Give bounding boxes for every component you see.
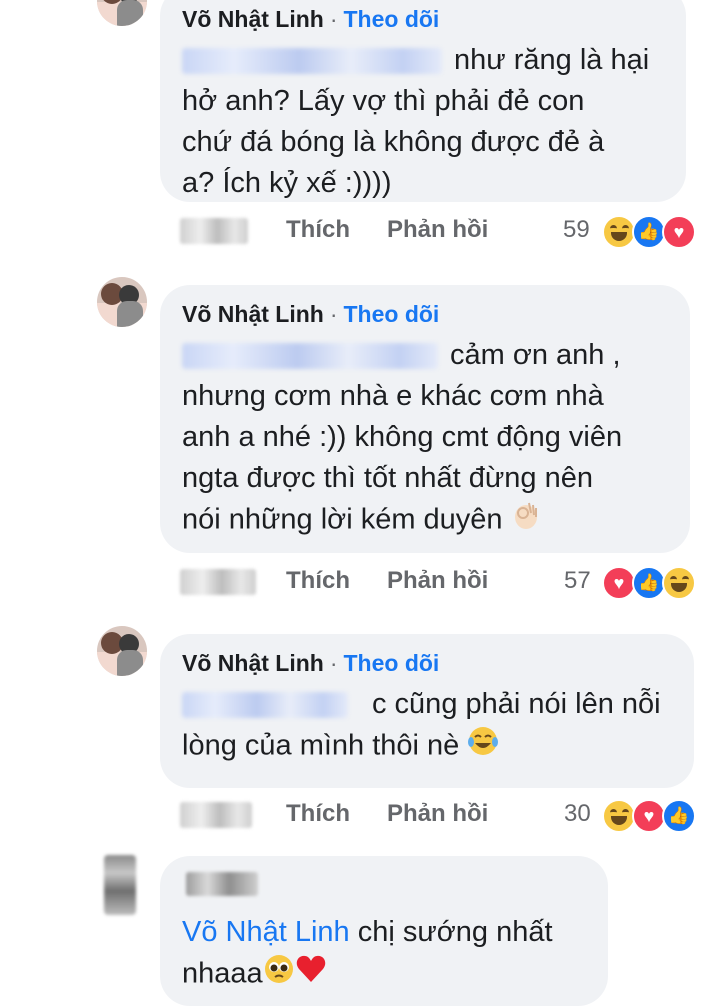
comment-bubble: Võ Nhật Linh chị sướng nhất nhaaa: [160, 856, 608, 1006]
blurred-timestamp: [180, 569, 256, 595]
love-icon: ♥: [602, 566, 636, 600]
comment-line: a? Ích kỷ xế :)))): [182, 167, 392, 199]
comment-line: lòng của mình thôi nè: [182, 729, 460, 762]
red-heart-icon: [295, 954, 327, 996]
ok-hand-icon: [511, 499, 541, 543]
blurred-author-name: [186, 872, 258, 896]
avatar[interactable]: [97, 277, 147, 327]
like-button[interactable]: Thích: [286, 212, 350, 248]
comment-line: anh a nhé :)) không cmt động viên: [182, 421, 623, 453]
reply-button[interactable]: Phản hồi: [387, 796, 488, 832]
comment-line: như răng là hại: [454, 44, 650, 76]
reply-button[interactable]: Phản hồi: [387, 212, 488, 248]
comment-line: chị sướng nhất: [357, 916, 553, 948]
separator-dot: ·: [329, 650, 338, 676]
separator-dot: ·: [329, 6, 338, 32]
haha-icon: [602, 215, 636, 249]
comment-text: Võ Nhật Linh chị sướng nhất nhaaa: [182, 912, 586, 997]
comment-line: ngta được thì tốt nhất đừng nên: [182, 462, 593, 494]
blurred-timestamp: [180, 802, 252, 828]
blurred-avatar: [104, 855, 136, 915]
like-icon: 👍: [632, 566, 666, 600]
comment-line: nhưng cơm nhà e khác cơm nhà: [182, 380, 604, 412]
avatar[interactable]: [97, 626, 147, 676]
comment-line: chứ đá bóng là không được đẻ à: [182, 126, 605, 158]
like-icon: 👍: [662, 799, 696, 833]
comment-bubble: Võ Nhật Linh · Theo dõi cảm ơn anh , nhưng…: [160, 285, 690, 553]
mention-link[interactable]: Võ Nhật Linh: [182, 916, 350, 948]
comment-text: như răng là hại hở anh? Lấy vợ thì phải …: [182, 40, 664, 204]
comment-header: Võ Nhật Linh · Theo dõi: [182, 648, 672, 678]
comment-text: c cũng phải nói lên nỗi lòng của mình th…: [182, 684, 672, 769]
comment-actions: Thích Phản hồi 59 👍 ♥: [0, 212, 718, 249]
blurred-mention: [182, 48, 442, 75]
comment-line: hở anh? Lấy vợ thì phải đẻ con: [182, 85, 585, 117]
comment-header: Võ Nhật Linh · Theo dõi: [182, 299, 668, 329]
author-name[interactable]: Võ Nhật Linh: [182, 6, 324, 32]
author-name[interactable]: Võ Nhật Linh: [182, 301, 324, 327]
comment-text: cảm ơn anh , nhưng cơm nhà e khác cơm nh…: [182, 335, 668, 543]
follow-link[interactable]: Theo dõi: [344, 301, 440, 327]
comment-line: c cũng phải nói lên nỗi: [372, 688, 661, 720]
comment-line: cảm ơn anh ,: [450, 339, 621, 371]
like-button[interactable]: Thích: [286, 796, 350, 832]
blurred-mention: [182, 692, 348, 719]
love-icon: ♥: [632, 799, 666, 833]
reaction-count[interactable]: 30: [564, 796, 591, 832]
haha-icon: [662, 566, 696, 600]
love-icon: ♥: [662, 215, 696, 249]
comment-actions: Thích Phản hồi 30 ♥ 👍: [0, 796, 718, 833]
pleading-face-icon: [263, 953, 295, 997]
blurred-mention: [182, 343, 438, 370]
haha-icon: [602, 799, 636, 833]
follow-link[interactable]: Theo dõi: [344, 650, 440, 676]
comment-actions: Thích Phản hồi 57 ♥ 👍: [0, 563, 718, 600]
comment-line: nhaaa: [182, 957, 263, 990]
like-icon: 👍: [632, 215, 666, 249]
avatar[interactable]: [97, 0, 147, 26]
blurred-timestamp: [180, 218, 248, 244]
comment-header: Võ Nhật Linh · Theo dõi: [182, 4, 664, 34]
comment-line: nói những lời kém duyên: [182, 503, 503, 536]
reply-button[interactable]: Phản hồi: [387, 563, 488, 599]
follow-link[interactable]: Theo dõi: [344, 6, 440, 32]
like-button[interactable]: Thích: [286, 563, 350, 599]
tears-of-joy-icon: [467, 725, 499, 769]
separator-dot: ·: [329, 301, 338, 327]
comment-bubble: Võ Nhật Linh · Theo dõi như răng là hại hở…: [160, 0, 686, 202]
reaction-count[interactable]: 59: [563, 212, 590, 248]
author-name[interactable]: Võ Nhật Linh: [182, 650, 324, 676]
comment-bubble: Võ Nhật Linh · Theo dõi c cũng phải nói lê…: [160, 634, 694, 788]
reaction-count[interactable]: 57: [564, 563, 591, 599]
